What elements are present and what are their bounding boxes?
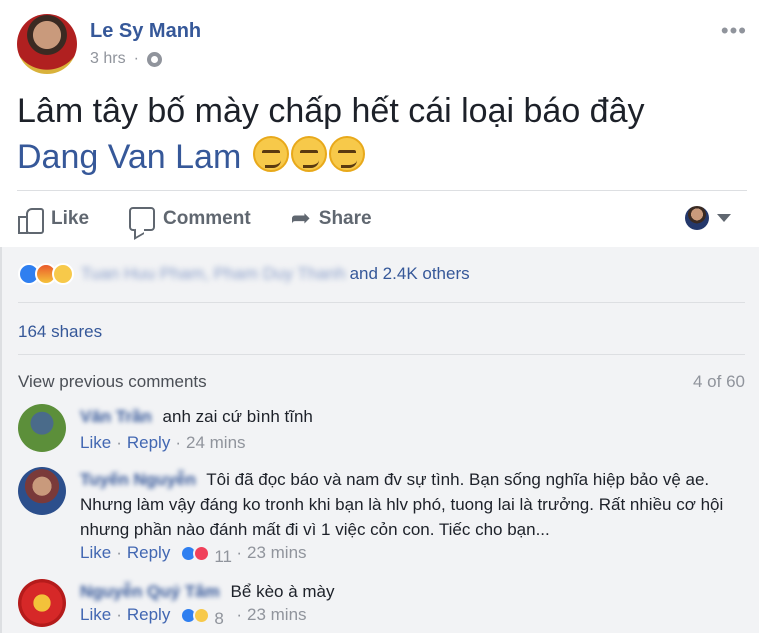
comment-item: Văn Trần anh zai cứ bình tĩnh Like · Rep… bbox=[18, 404, 748, 456]
avatar[interactable] bbox=[18, 467, 66, 515]
avatar bbox=[685, 206, 709, 230]
author-name[interactable]: Le Sy Manh bbox=[90, 20, 201, 43]
reaction-count: 8 bbox=[212, 606, 230, 628]
globe-icon[interactable] bbox=[146, 51, 162, 67]
speech-bubble-icon bbox=[129, 207, 156, 231]
comment-body: Văn Trần anh zai cứ bình tĩnh bbox=[80, 404, 740, 429]
comment-item: Nguyễn Quý Tâm Bể kèo à mày Like · Reply… bbox=[18, 579, 748, 633]
comment-time[interactable]: 23 mins bbox=[247, 543, 307, 563]
love-reaction-icon bbox=[193, 544, 211, 562]
comment-like-link[interactable]: Like bbox=[80, 433, 111, 453]
comment-reply-link[interactable]: Reply bbox=[127, 543, 170, 563]
post-text: Lâm tây bố mày chấp hết cái loại báo đây… bbox=[17, 88, 747, 180]
feedback-section: Tuan Huu Pham, Pham Duy Thanh and 2.4K o… bbox=[0, 247, 759, 633]
avatar[interactable] bbox=[18, 579, 66, 627]
smirk-emoji-icon bbox=[252, 136, 289, 172]
comment-button[interactable]: Comment bbox=[129, 207, 251, 231]
share-button[interactable]: ➦ Share bbox=[291, 207, 372, 231]
more-options-icon[interactable]: ••• bbox=[721, 18, 747, 44]
commenter-name[interactable]: Văn Trần bbox=[80, 407, 152, 426]
like-label: Like bbox=[51, 208, 90, 229]
comment-text: anh zai cứ bình tĩnh bbox=[162, 407, 313, 426]
post-time[interactable]: 3 hrs bbox=[90, 50, 126, 68]
comment-time[interactable]: 24 mins bbox=[186, 433, 246, 453]
divider bbox=[18, 302, 745, 303]
chevron-down-icon bbox=[717, 214, 731, 222]
comment-reactions[interactable]: 8 bbox=[180, 606, 230, 628]
comment-time[interactable]: 23 mins bbox=[247, 605, 307, 625]
post-meta: 3 hrs · bbox=[90, 50, 162, 68]
action-bar: Like Comment ➦ Share bbox=[17, 196, 747, 242]
comment-footer: Like · Reply · 24 mins bbox=[80, 433, 246, 453]
reacted-names[interactable]: Tuan Huu Pham, Pham Duy Thanh bbox=[81, 264, 346, 284]
comment-reactions[interactable]: 11 bbox=[180, 544, 232, 566]
haha-reaction-icon bbox=[193, 606, 211, 624]
author-avatar[interactable] bbox=[17, 14, 77, 74]
comment-like-link[interactable]: Like bbox=[80, 605, 111, 625]
shares-count[interactable]: 164 shares bbox=[18, 322, 102, 342]
divider bbox=[18, 354, 745, 355]
commenter-name[interactable]: Nguyễn Quý Tâm bbox=[80, 582, 220, 601]
comment-text: Bể kèo à mày bbox=[230, 582, 335, 601]
smirk-emoji-icon bbox=[328, 136, 365, 172]
avatar[interactable] bbox=[18, 404, 66, 452]
divider bbox=[17, 190, 747, 191]
commenter-name[interactable]: Tuyến Nguyễn bbox=[80, 470, 196, 489]
post-body: Lâm tây bố mày chấp hết cái loại báo đây bbox=[17, 92, 645, 130]
reactions-summary[interactable]: Tuan Huu Pham, Pham Duy Thanh and 2.4K o… bbox=[18, 263, 470, 285]
like-button[interactable]: Like bbox=[17, 206, 90, 234]
share-label: Share bbox=[318, 208, 372, 229]
comment-counter: 4 of 60 bbox=[693, 372, 745, 391]
comment-footer: Like · Reply 11 · 23 mins bbox=[80, 543, 307, 566]
comment-body: Nguyễn Quý Tâm Bể kèo à mày bbox=[80, 579, 740, 604]
post-header: Le Sy Manh 3 hrs · ••• bbox=[17, 14, 747, 76]
comment-body: Tuyến Nguyễn Tôi đã đọc báo và nam đv sự… bbox=[80, 467, 740, 542]
reacted-others[interactable]: and 2.4K others bbox=[350, 264, 470, 284]
reaction-count: 11 bbox=[212, 544, 232, 566]
comment-reply-link[interactable]: Reply bbox=[127, 433, 170, 453]
comment-footer: Like · Reply 8 · 23 mins bbox=[80, 605, 307, 628]
comment-label: Comment bbox=[163, 208, 251, 229]
share-arrow-icon: ➦ bbox=[290, 205, 311, 232]
comment-like-link[interactable]: Like bbox=[80, 543, 111, 563]
mention-link[interactable]: Dang Van Lam bbox=[17, 138, 241, 176]
haha-reaction-icon bbox=[52, 263, 74, 285]
comment-item: Tuyến Nguyễn Tôi đã đọc báo và nam đv sự… bbox=[18, 467, 748, 567]
view-previous-comments-link[interactable]: View previous comments bbox=[18, 372, 207, 392]
comment-reply-link[interactable]: Reply bbox=[127, 605, 170, 625]
audience-selector[interactable] bbox=[685, 206, 731, 230]
smirk-emoji-icon bbox=[290, 136, 327, 172]
thumbs-up-icon bbox=[17, 206, 44, 234]
